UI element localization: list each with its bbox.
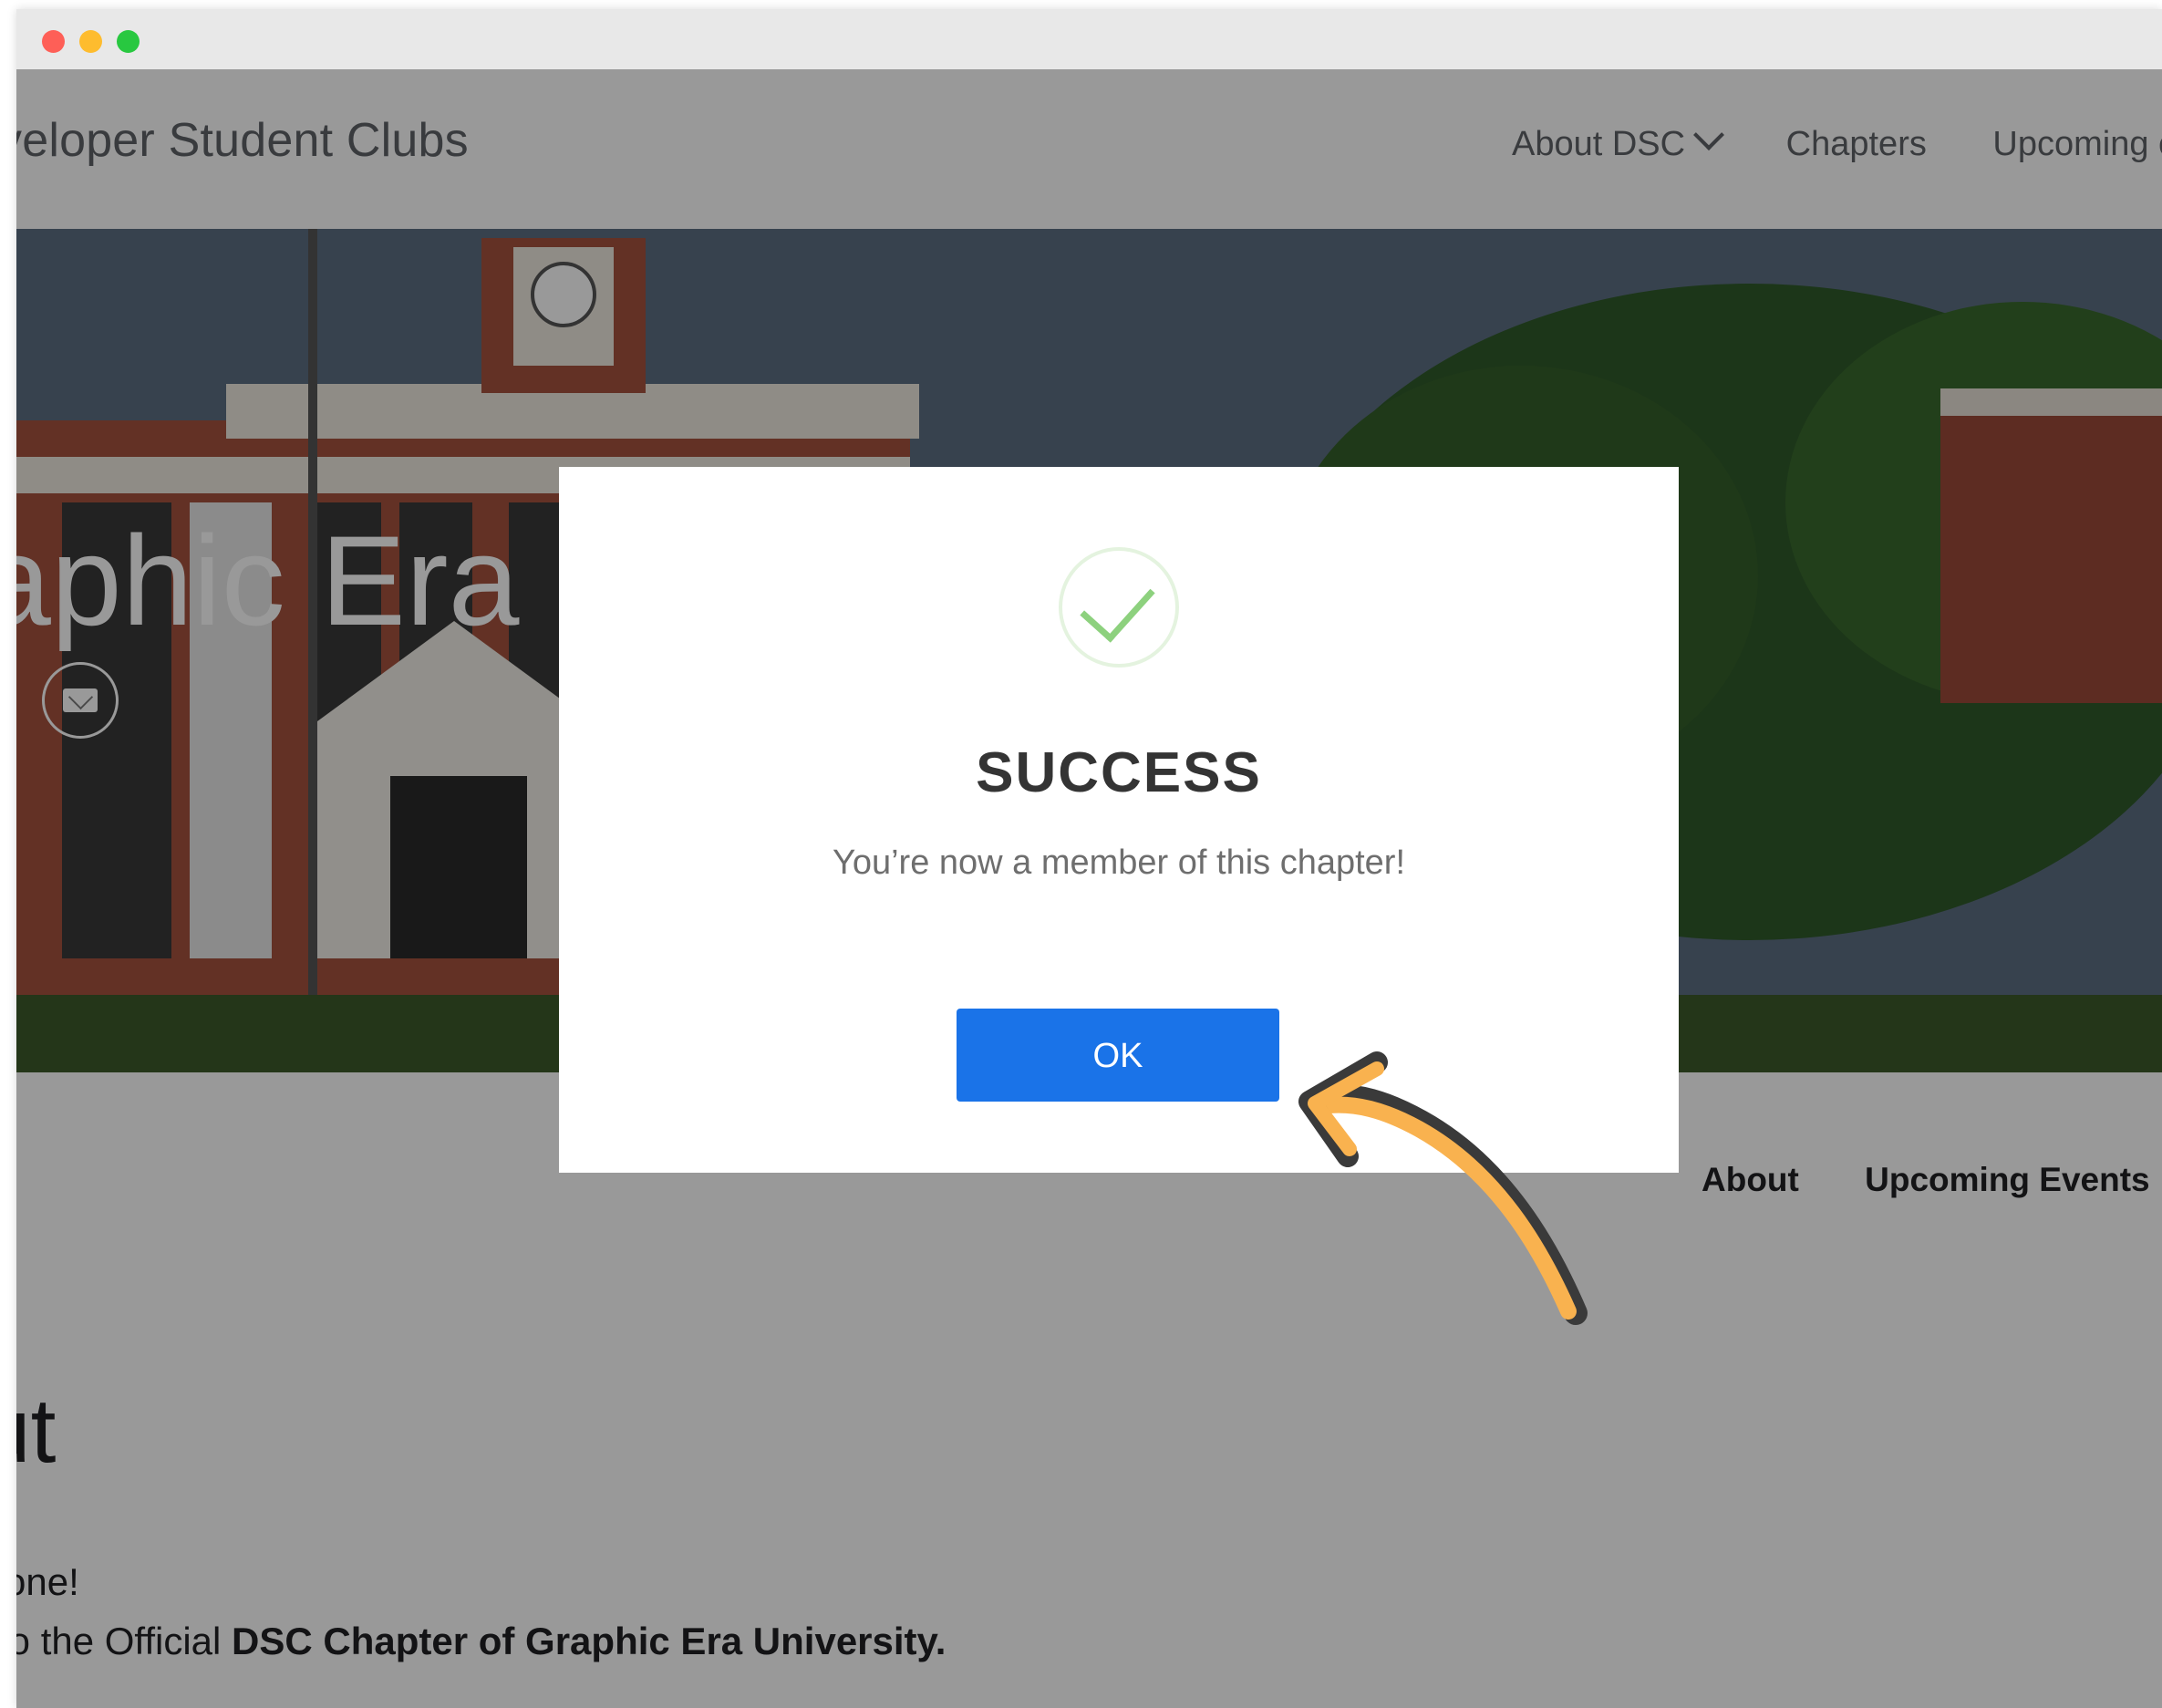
- maximize-window-button[interactable]: [117, 30, 140, 53]
- dialog-title: SUCCESS: [976, 741, 1262, 804]
- minimize-window-button[interactable]: [79, 30, 102, 53]
- dialog-message: You’re now a member of this chapter!: [832, 844, 1406, 882]
- browser-window: veloper Student Clubs About DSC Chapters…: [16, 9, 2162, 1708]
- close-window-button[interactable]: [42, 30, 65, 53]
- check-icon: [1080, 565, 1155, 643]
- window-titlebar: [16, 9, 2162, 70]
- ok-button[interactable]: OK: [957, 1009, 1279, 1102]
- check-circle-icon: [1059, 547, 1179, 668]
- curved-arrow-icon: [1298, 1051, 1588, 1325]
